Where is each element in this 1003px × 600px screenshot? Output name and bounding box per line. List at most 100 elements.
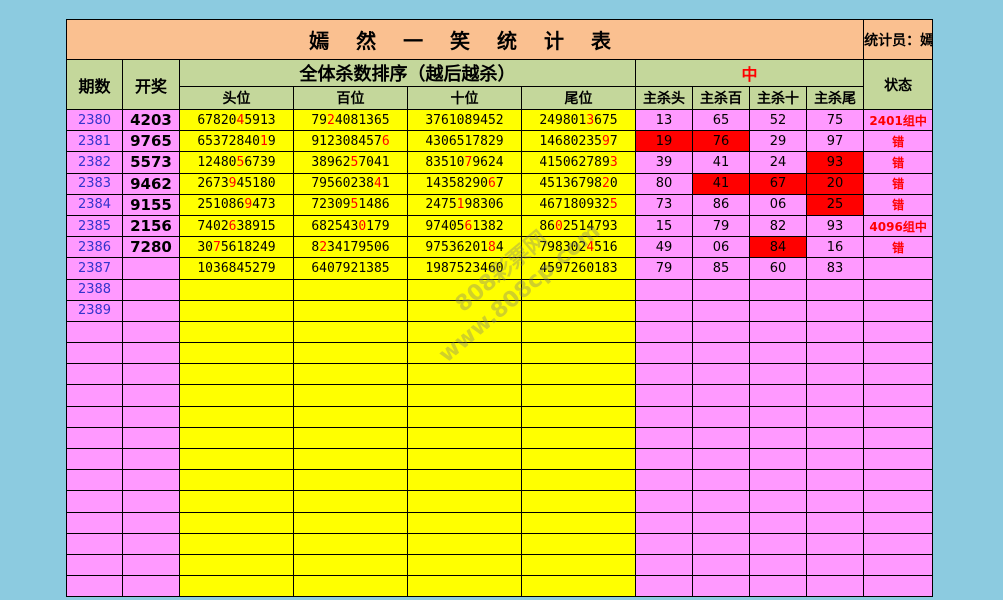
empty-cell xyxy=(122,469,180,492)
table-row: 2388 xyxy=(66,278,934,301)
empty-cell xyxy=(692,342,750,365)
empty-cell xyxy=(293,447,408,471)
empty-cell xyxy=(805,342,865,365)
empty-cell xyxy=(407,342,522,365)
kill-cell: 15 xyxy=(635,214,693,238)
empty-cell xyxy=(407,490,522,513)
empty-cell xyxy=(122,575,180,598)
empty-cell xyxy=(179,469,294,492)
empty-cell xyxy=(863,363,934,386)
kill-cell: 79 xyxy=(692,214,750,238)
sequence-part: 89452 xyxy=(464,112,504,128)
kill-cell: 79 xyxy=(635,257,693,280)
empty-cell xyxy=(749,532,807,555)
empty-cell xyxy=(635,532,693,555)
sequence-cell xyxy=(407,278,522,301)
empty-cell xyxy=(179,490,294,513)
sequence-hit-digit: 4 xyxy=(373,176,382,192)
empty-cell xyxy=(66,575,123,598)
kill-cell xyxy=(749,299,807,322)
draw-cell: 4203 xyxy=(122,108,180,132)
sequence-hit-digit: 0 xyxy=(555,218,563,234)
sheet-title: 嫣 然 一 笑 统 计 表 xyxy=(65,19,865,60)
period-cell: 2383 xyxy=(66,172,123,195)
sequence-part: 5618249 xyxy=(220,239,276,255)
sequence-part: 79560238 xyxy=(311,176,374,192)
kill-cell: 49 xyxy=(635,236,693,259)
empty-row xyxy=(66,363,934,386)
empty-cell xyxy=(692,575,750,598)
sequence-part: 8 xyxy=(311,239,320,255)
table-row: 2389 xyxy=(66,299,934,322)
kill-cell: 20 xyxy=(805,172,865,195)
empty-row xyxy=(66,575,934,598)
draw-cell xyxy=(122,257,180,280)
empty-cell xyxy=(179,575,294,598)
sequence-part: 179 xyxy=(366,218,390,234)
sequence-hit-digit: 2 xyxy=(601,176,610,192)
kill-cell: 16 xyxy=(805,236,865,259)
period-cell: 2384 xyxy=(66,193,123,216)
sequence-cell: 8351079624 xyxy=(407,151,522,174)
empty-cell xyxy=(521,469,636,492)
sequence-hit-digit: 1 xyxy=(456,197,465,213)
header-pos-tail: 尾位 xyxy=(521,86,636,110)
empty-cell xyxy=(521,575,636,598)
kill-cell xyxy=(692,299,750,322)
empty-cell xyxy=(749,320,807,344)
sequence-hit-digit: 2 xyxy=(327,112,335,128)
empty-cell xyxy=(293,511,408,534)
empty-cell xyxy=(635,320,693,344)
empty-cell xyxy=(293,363,408,386)
sequence-hit-digit: 2 xyxy=(319,239,328,255)
sequence-part: 1486 xyxy=(358,197,390,213)
empty-cell xyxy=(66,426,123,450)
empty-cell xyxy=(692,320,750,344)
kill-cell xyxy=(749,278,807,301)
sequence-part: 79 xyxy=(311,112,328,128)
kill-cell xyxy=(805,299,865,322)
status-cell: 错 xyxy=(863,236,934,259)
sequence-cell xyxy=(521,278,636,301)
sequence-cell: 1435829067 xyxy=(407,172,522,195)
sequence-hit-digit: 6 xyxy=(487,176,496,192)
header-kill-head: 主杀头 xyxy=(635,86,693,110)
sequence-cell: 4671809325 xyxy=(521,193,636,216)
empty-row xyxy=(66,342,934,365)
empty-row xyxy=(66,384,934,407)
header-pos-head: 头位 xyxy=(179,86,294,110)
status-cell: 4096组中 xyxy=(863,214,934,238)
sequence-hit-digit: 0 xyxy=(358,218,367,234)
status-cell xyxy=(863,257,934,280)
kill-cell: 97 xyxy=(805,130,865,153)
empty-cell xyxy=(749,511,807,534)
stats-table: 嫣 然 一 笑 统 计 表 统计员：嫣然一笑 期数 开奖 全体杀数排序（越后越杀… xyxy=(65,19,934,598)
status-cell: 2401组中 xyxy=(863,108,934,132)
empty-cell xyxy=(863,553,934,577)
statistician-label: 统计员：嫣然一笑 xyxy=(863,19,934,60)
sequence-cell: 8234179506 xyxy=(293,236,408,259)
table-row: 2380 4203 6782045913 7924081365 3761089452 24… xyxy=(66,108,934,132)
empty-cell xyxy=(692,469,750,492)
sequence-part: 682543 xyxy=(311,218,359,234)
empty-cell xyxy=(805,553,865,577)
empty-cell xyxy=(805,575,865,598)
draw-cell xyxy=(122,299,180,322)
sequence-part: 4 xyxy=(495,239,504,255)
sequence-cell: 7956023841 xyxy=(293,172,408,195)
empty-cell xyxy=(293,469,408,492)
empty-cell xyxy=(692,553,750,577)
empty-cell xyxy=(805,469,865,492)
table-row: 2384 9155 2510869473 7230951486 2475198306 46… xyxy=(66,193,934,216)
empty-cell xyxy=(805,511,865,534)
empty-cell xyxy=(407,426,522,450)
sequence-hit-digit: 4 xyxy=(586,239,595,255)
kill-cell: 82 xyxy=(749,214,807,238)
empty-cell xyxy=(179,384,294,407)
header-kill-tail: 主杀尾 xyxy=(805,86,865,110)
table-row: 2385 2156 7402638915 6825430179 9740561382 86… xyxy=(66,214,934,238)
empty-cell xyxy=(635,342,693,365)
sequence-part: 6739 xyxy=(244,154,276,170)
empty-cell xyxy=(122,532,180,555)
empty-cell xyxy=(749,405,807,428)
